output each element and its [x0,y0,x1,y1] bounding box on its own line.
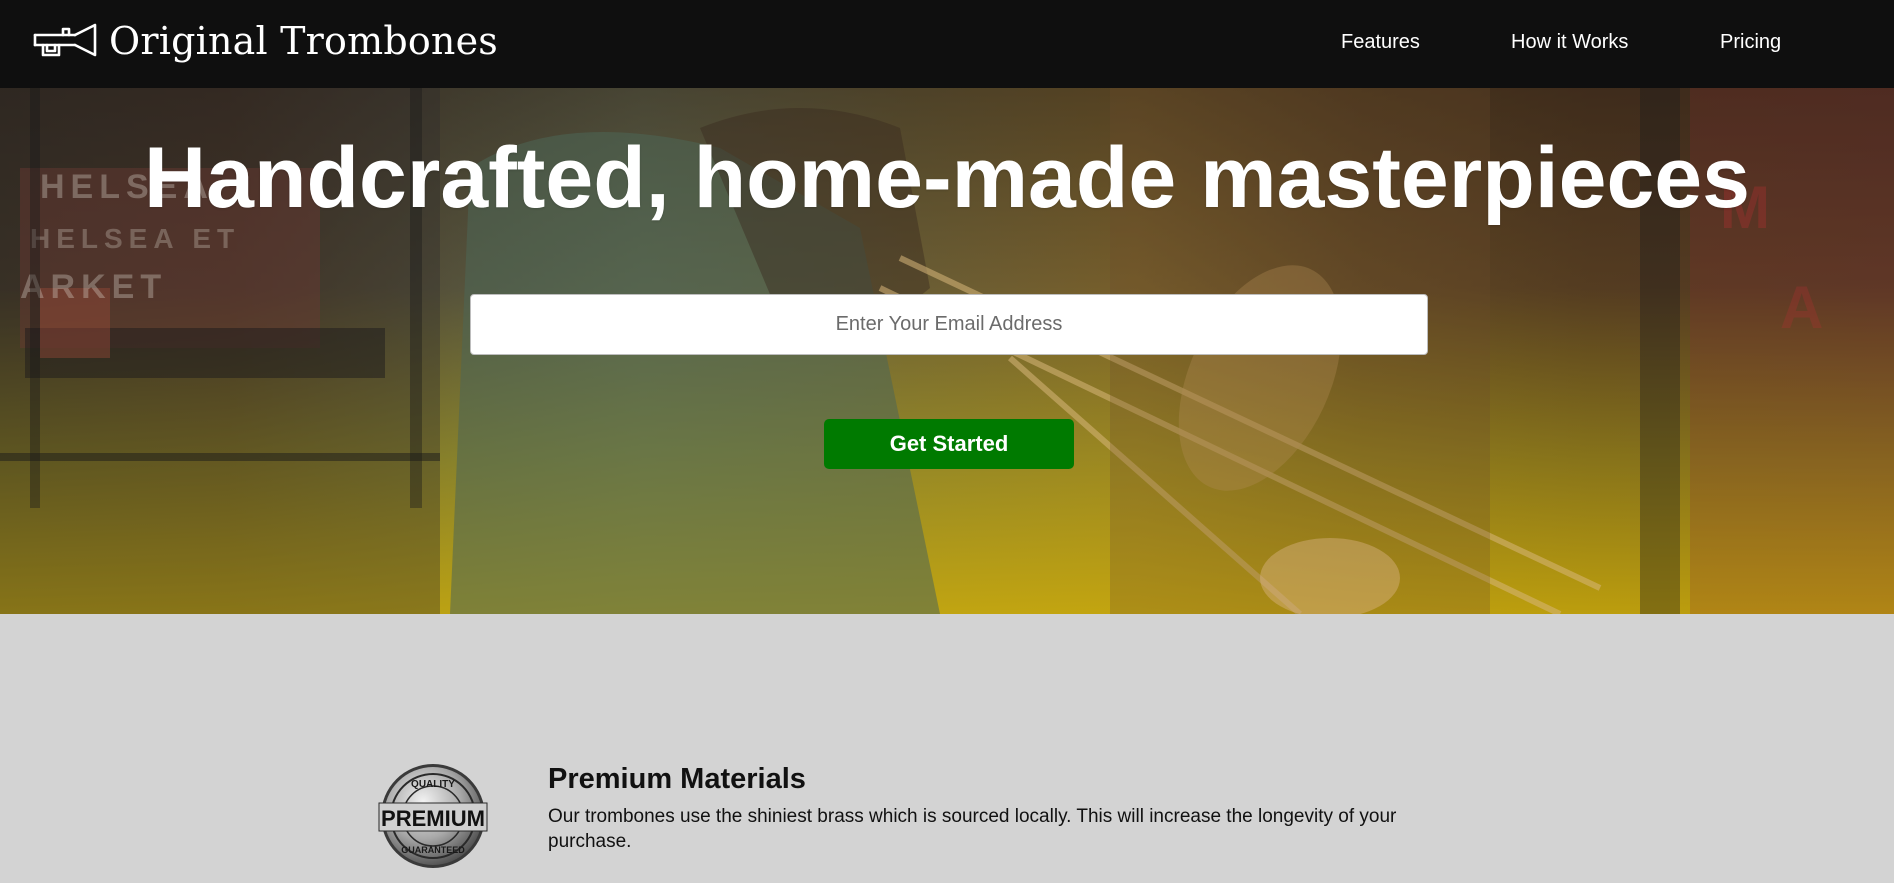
hero-section: HELSEA HELSEA ET ARKET M A Handcrafted, … [0,88,1894,614]
features-section: QUALITY PREMIUM GUARANTEED Premium Mater… [0,614,1894,883]
trombone-icon [33,23,97,57]
premium-quality-badge-icon: QUALITY PREMIUM GUARANTEED [378,764,488,868]
badge-text-middle: PREMIUM [381,806,485,831]
badge-text-top: QUALITY [411,779,455,790]
feature-title: Premium Materials [548,763,806,795]
nav-link-features[interactable]: Features [1341,31,1420,53]
svg-text:ARKET: ARKET [20,268,167,306]
nav-link-how-it-works[interactable]: How it Works [1511,31,1628,53]
badge-text-bottom: GUARANTEED [401,845,465,855]
svg-text:A: A [1780,274,1823,341]
get-started-button[interactable]: Get Started [824,419,1074,469]
nav-link-pricing[interactable]: Pricing [1720,31,1781,53]
email-input[interactable] [470,294,1428,355]
site-header: Original Trombones Features How it Works… [0,0,1894,88]
feature-description: Our trombones use the shiniest brass whi… [548,806,1397,852]
hero-title: Handcrafted, home-made masterpieces [144,130,1750,226]
brand-name: Original Trombones [109,19,498,63]
logo-link[interactable]: Original Trombones [33,17,498,65]
